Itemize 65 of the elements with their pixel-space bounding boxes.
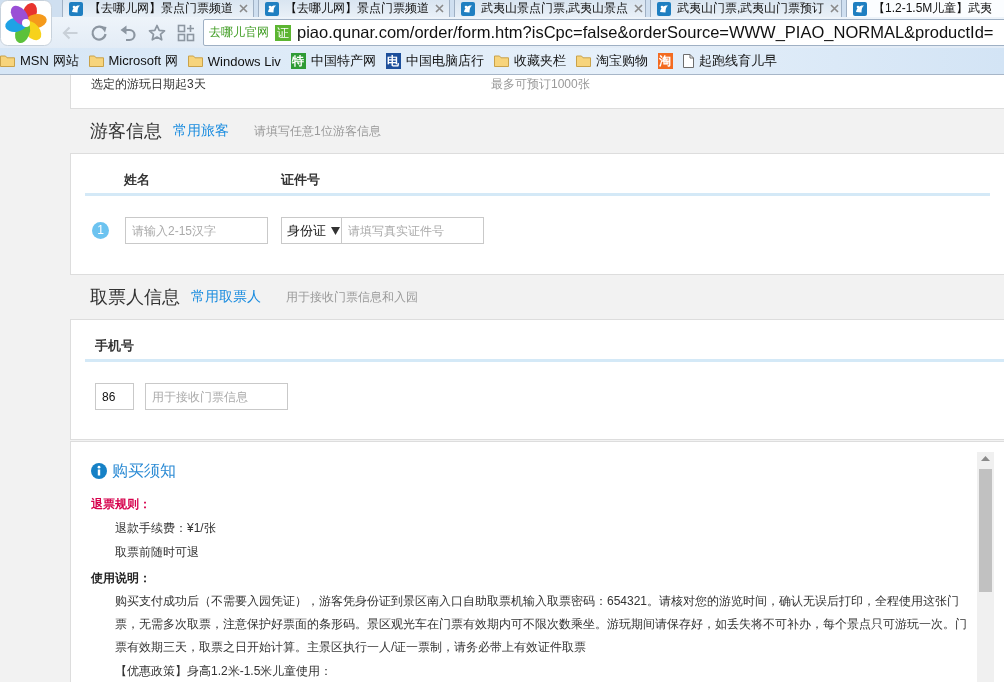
country-code-input[interactable]: 86	[95, 383, 134, 410]
favicon-icon	[461, 1, 475, 16]
favicon-icon	[265, 1, 279, 16]
browser-tab[interactable]: 【去哪儿网】景点门票频道	[258, 0, 450, 17]
browser-tab[interactable]: 武夷山景点门票,武夷山景点	[454, 0, 646, 17]
undo-icon[interactable]	[119, 23, 137, 42]
browser-logo-icon[interactable]	[0, 0, 52, 46]
scrollbar-thumb[interactable]	[979, 469, 992, 592]
favicon-icon	[657, 1, 671, 16]
bookmark-item[interactable]: 特 中国特产网	[290, 52, 376, 70]
bookmark-item[interactable]: 淘宝购物	[575, 52, 648, 70]
note-text: 【优惠政策】身高1.2米-1.5米儿童使用：	[115, 663, 333, 680]
phone-input[interactable]: 用于接收门票信息	[145, 383, 288, 410]
star-icon[interactable]	[148, 23, 166, 42]
favicon-icon	[853, 1, 867, 16]
id-number-input[interactable]: 请填写真实证件号	[341, 217, 484, 244]
column-header: 证件号	[281, 171, 320, 189]
folder-icon	[88, 55, 104, 67]
site-name: 去哪儿官网	[208, 24, 270, 41]
refresh-icon[interactable]	[90, 23, 108, 42]
browser-tab[interactable]: 【去哪儿网】景点门票频道	[62, 0, 254, 17]
folder-icon	[187, 55, 203, 67]
bookmark-item[interactable]: Microsoft 网	[88, 52, 178, 70]
note-text: 取票前随时可退	[115, 544, 199, 561]
bookmark-item[interactable]: 起跑线育儿早	[682, 52, 777, 70]
favicon-icon	[69, 1, 83, 16]
close-icon[interactable]	[239, 4, 248, 13]
site-logo: 特	[290, 53, 306, 69]
validity-text: 选定的游玩日期起3天	[91, 76, 207, 93]
close-icon[interactable]	[435, 4, 444, 13]
url-text: piao.qunar.com/order/form.htm?isCpc=false&orderSource=WWW_PIAO_NORMAL&productId=	[297, 23, 994, 42]
browser-tab[interactable]: 武夷山门票,武夷山门票预订	[650, 0, 842, 17]
section-hint: 请填写任意1位游客信息	[254, 122, 381, 140]
scroll-up-icon[interactable]	[981, 456, 990, 461]
apps-icon[interactable]	[177, 23, 195, 42]
notes-title: 购买须知	[112, 460, 176, 481]
note-heading: 使用说明：	[91, 570, 151, 587]
caret-icon	[331, 226, 340, 235]
browser-tab[interactable]: 【1.2-1.5M儿童】武夷	[846, 0, 1004, 17]
note-text: 退款手续费：¥1/张	[115, 520, 216, 537]
note-text: 购买支付成功后（不需要入园凭证），游客凭身份证到景区南入口自助取票机输入取票密码：654321。请核对您的游览时间，确认无误后打印，全程使用这张门票，无需多次取票，注意保护好票面的条形码。景区观光车在门票有效期内可不限次数乘坐。游玩期间请保存好，如丢失将不可补办，每个景点只可游玩一次。门票有效期三天，取票之日开始计算。主景区执行一人/证一票制，请务必带上有效证件取票	[115, 593, 967, 656]
column-header: 姓名	[124, 171, 151, 189]
site-logo: 电	[385, 53, 401, 69]
section-hint: 用于接收门票信息和入园	[286, 288, 418, 306]
bookmark-item[interactable]: MSN 网站	[0, 52, 79, 70]
visitor-number: 1	[92, 222, 109, 239]
name-input[interactable]: 请输入2-15汉字	[125, 217, 268, 244]
certificate-badge: 证	[275, 24, 291, 41]
folder-icon	[575, 55, 591, 67]
close-icon[interactable]	[830, 4, 840, 13]
max-quantity-text: 最多可预订1000张	[491, 76, 590, 93]
scrollbar[interactable]	[977, 452, 994, 682]
column-header: 手机号	[95, 337, 134, 355]
bookmark-item[interactable]: 收藏夹栏	[493, 52, 566, 70]
info-icon	[91, 463, 107, 479]
close-icon[interactable]	[634, 4, 644, 13]
bookmark-item[interactable]: 电 中国电脑店行	[385, 52, 484, 70]
section-title: 取票人信息	[90, 286, 180, 309]
page-icon	[682, 54, 694, 68]
bookmark-item[interactable]: Windows Liv	[187, 53, 281, 69]
address-bar[interactable]: 去哪儿官网 证 piao.qunar.com/order/form.htm?isCpc=false&orderSource=WWW_PIAO_NORMAL&productId=	[203, 19, 1004, 46]
note-heading: 退票规则：	[91, 496, 151, 513]
section-title: 游客信息	[90, 120, 162, 143]
folder-icon	[0, 55, 15, 67]
folder-icon	[493, 55, 509, 67]
